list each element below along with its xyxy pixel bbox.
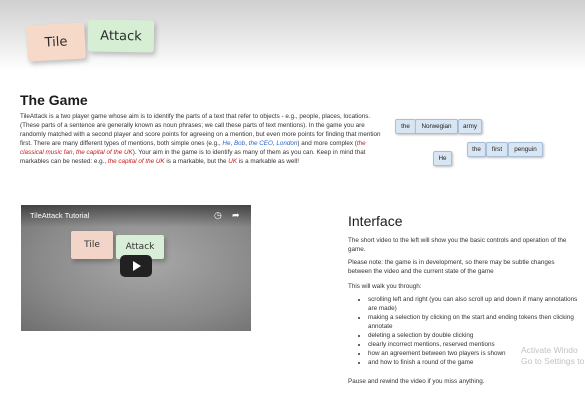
logo-tile-tile[interactable]: Tile bbox=[26, 22, 86, 62]
logo-tile-attack[interactable]: Attack bbox=[87, 19, 155, 53]
mention-example: the capital of the UK bbox=[76, 149, 133, 156]
hero-banner: Tile Attack bbox=[0, 0, 585, 70]
game-title: The Game bbox=[20, 92, 88, 108]
share-icon[interactable]: ➦ bbox=[232, 210, 240, 221]
intro-text-run: ) and more complex ( bbox=[297, 140, 357, 147]
token[interactable]: army bbox=[458, 119, 482, 134]
interface-title: Interface bbox=[348, 213, 403, 229]
intro-text-run: is a markable, but the bbox=[164, 158, 229, 165]
mention-example: the capital of the UK bbox=[107, 158, 165, 165]
interface-paragraph: The short video to the left will show yo… bbox=[348, 237, 567, 253]
video-title[interactable]: TileAttack Tutorial bbox=[30, 211, 89, 220]
token[interactable]: He bbox=[433, 151, 452, 166]
token[interactable]: Norwegian bbox=[415, 119, 458, 134]
token[interactable]: the bbox=[467, 142, 486, 157]
video-tile-tile: Tile bbox=[71, 231, 113, 259]
list-item: scrolling left and right (you can also s… bbox=[368, 295, 578, 313]
interface-note: Please note: the game is in development,… bbox=[348, 259, 555, 275]
list-item: making a selection by clicking on the st… bbox=[368, 313, 578, 331]
mention-example: London bbox=[276, 140, 298, 147]
game-intro-text: TileAttack is a two player game whose ai… bbox=[20, 112, 382, 166]
tutorial-video[interactable]: Tile Attack TileAttack Tutorial ◷ ➦ bbox=[21, 205, 251, 331]
token[interactable]: the bbox=[395, 119, 416, 134]
token[interactable]: first bbox=[486, 142, 508, 157]
mention-example: Bob bbox=[233, 140, 246, 147]
interface-walkthrough-intro: This will walk you through: bbox=[348, 283, 422, 290]
interface-closing: Pause and rewind the video if you miss a… bbox=[348, 378, 485, 385]
intro-text-run: is a markable as well! bbox=[237, 158, 299, 165]
mention-example: the CEO bbox=[248, 140, 273, 147]
mention-example: UK bbox=[228, 158, 238, 165]
watermark-line: Activate Windo bbox=[521, 345, 578, 355]
token[interactable]: penguin bbox=[508, 142, 543, 157]
list-item: deleting a selection by double clicking bbox=[368, 331, 578, 340]
clock-icon[interactable]: ◷ bbox=[214, 210, 222, 221]
play-button[interactable] bbox=[120, 255, 152, 277]
watermark-line: Go to Settings to ac bbox=[521, 356, 585, 366]
activate-windows-watermark: Activate Windo Go to Settings to ac bbox=[521, 345, 585, 367]
